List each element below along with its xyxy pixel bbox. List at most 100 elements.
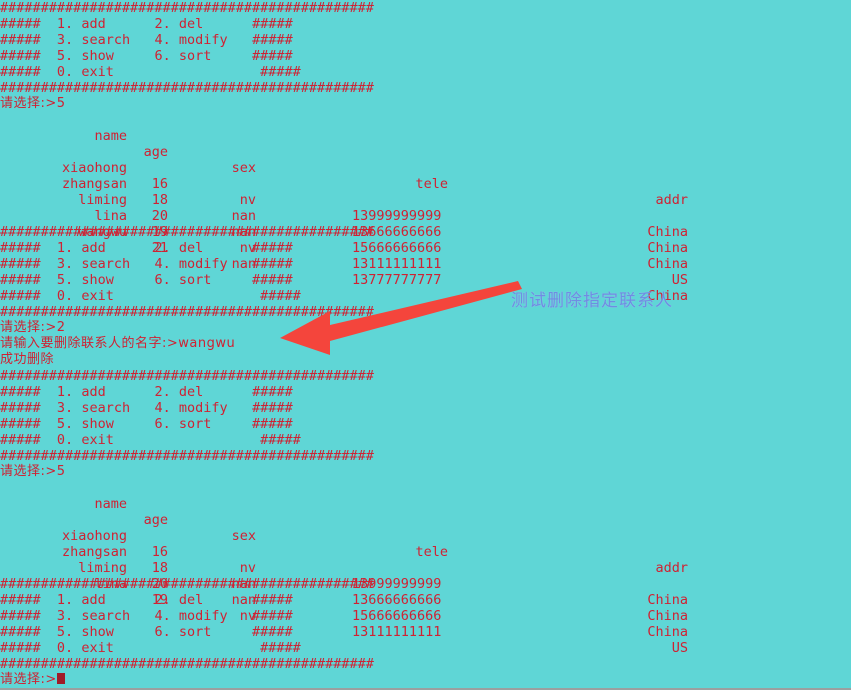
prompt-value[interactable]: 2 bbox=[57, 320, 66, 335]
menu-item-exit[interactable]: exit bbox=[81, 64, 114, 80]
menu-banner-bottom-1: ########################################… bbox=[0, 80, 374, 96]
menu-row-2: ##### 3. search 4. modify ##### bbox=[0, 256, 851, 272]
menu-right-marker: ##### bbox=[260, 640, 301, 656]
prompt-choose-1: 请选择:>5 bbox=[0, 96, 851, 112]
pad bbox=[114, 48, 155, 64]
menu-item-search[interactable]: search bbox=[81, 256, 130, 272]
menu-item-del[interactable]: del bbox=[179, 240, 203, 256]
menu-item-search[interactable]: search bbox=[81, 32, 130, 48]
pad bbox=[211, 624, 252, 640]
menu-row-2: ##### 3. search 4. modify ##### bbox=[0, 32, 851, 48]
menu-item-sort[interactable]: sort bbox=[179, 624, 212, 640]
menu-item-4-number: 4. bbox=[154, 32, 171, 48]
menu-item-del[interactable]: del bbox=[179, 592, 203, 608]
menu-item-search[interactable]: search bbox=[81, 608, 130, 624]
menu-item-add[interactable]: add bbox=[81, 384, 105, 400]
menu-item-2-number: 2. bbox=[154, 592, 171, 608]
menu-item-modify[interactable]: modify bbox=[179, 256, 228, 272]
pad bbox=[130, 32, 154, 48]
pad bbox=[114, 64, 260, 80]
menu-left-marker: ##### bbox=[0, 384, 41, 400]
prompt-choose-final[interactable]: 请选择:> bbox=[0, 672, 851, 688]
menu-item-show[interactable]: show bbox=[81, 624, 114, 640]
pad bbox=[130, 256, 154, 272]
menu-item-sort[interactable]: sort bbox=[179, 416, 212, 432]
menu-right-marker: ##### bbox=[252, 384, 293, 400]
text-cursor bbox=[56, 673, 65, 684]
menu-item-0-number: 0. bbox=[56, 64, 74, 80]
menu-item-add[interactable]: add bbox=[81, 16, 105, 32]
menu-left-marker: ##### bbox=[0, 272, 41, 288]
menu-item-5-number: 5. bbox=[56, 624, 74, 640]
menu-banner-top-1: ########################################… bbox=[0, 0, 374, 16]
pad bbox=[114, 432, 260, 448]
prompt-label: 请选择:> bbox=[0, 464, 57, 479]
menu-item-search[interactable]: search bbox=[81, 400, 130, 416]
menu-right-marker: ##### bbox=[260, 288, 301, 304]
menu-row-2: ##### 3. search 4. modify ##### bbox=[0, 608, 851, 624]
menu-item-2-number: 2. bbox=[154, 384, 171, 400]
menu-item-del[interactable]: del bbox=[179, 16, 203, 32]
menu-left-marker: ##### bbox=[0, 240, 41, 256]
prompt-choose-2: 请选择:>2 bbox=[0, 320, 851, 336]
pad bbox=[106, 384, 155, 400]
menu-item-sort[interactable]: sort bbox=[179, 48, 212, 64]
menu-right-marker: ##### bbox=[260, 64, 301, 80]
menu-row-3: ##### 5. show 6. sort ##### bbox=[0, 624, 851, 640]
table-row: liming 20 nan 15666666666 China bbox=[0, 176, 851, 272]
table-row: zhangsan 18 nan 13666666666 China bbox=[0, 528, 851, 624]
pad bbox=[203, 384, 252, 400]
menu-left-marker: ##### bbox=[0, 16, 41, 32]
menu-banner-bottom-4: ########################################… bbox=[0, 656, 374, 672]
menu-item-2-number: 2. bbox=[154, 240, 171, 256]
menu-left-marker: ##### bbox=[0, 256, 41, 272]
menu-item-show[interactable]: show bbox=[81, 272, 114, 288]
menu-item-5-number: 5. bbox=[56, 48, 74, 64]
menu-item-exit[interactable]: exit bbox=[81, 640, 114, 656]
menu-left-marker: ##### bbox=[0, 432, 41, 448]
menu-right-marker: ##### bbox=[252, 608, 293, 624]
table-row: lina 19 nv 13111111111 US bbox=[0, 192, 851, 288]
menu-item-add[interactable]: add bbox=[81, 240, 105, 256]
menu-item-modify[interactable]: modify bbox=[179, 608, 228, 624]
menu-item-3-number: 3. bbox=[56, 256, 74, 272]
menu-item-4-number: 4. bbox=[154, 400, 171, 416]
menu-item-show[interactable]: show bbox=[81, 416, 114, 432]
pad bbox=[114, 416, 155, 432]
menu-row-4: ##### 0. exit ##### bbox=[0, 288, 851, 304]
prompt-value[interactable]: 5 bbox=[57, 464, 66, 479]
menu-row-4: ##### 0. exit ##### bbox=[0, 432, 851, 448]
menu-left-marker: ##### bbox=[0, 592, 41, 608]
pad bbox=[114, 624, 155, 640]
menu-item-modify[interactable]: modify bbox=[179, 400, 228, 416]
prompt-value[interactable]: 5 bbox=[57, 96, 66, 111]
menu-item-exit[interactable]: exit bbox=[81, 432, 114, 448]
menu-item-sort[interactable]: sort bbox=[179, 272, 212, 288]
prompt-label: 请选择:> bbox=[0, 96, 57, 111]
pad bbox=[228, 400, 252, 416]
menu-item-modify[interactable]: modify bbox=[179, 32, 228, 48]
menu-item-0-number: 0. bbox=[56, 640, 74, 656]
menu-left-marker: ##### bbox=[0, 288, 41, 304]
menu-item-4-number: 4. bbox=[154, 608, 171, 624]
menu-item-del[interactable]: del bbox=[179, 384, 203, 400]
table-row: lina 19 nv 13111111111 US bbox=[0, 560, 851, 656]
menu-item-2-number: 2. bbox=[154, 16, 171, 32]
prompt-delete-name: 请输入要删除联系人的名字:>wangwu bbox=[0, 336, 851, 352]
menu-item-1-number: 1. bbox=[56, 384, 74, 400]
delete-name-input-value[interactable]: wangwu bbox=[178, 336, 235, 351]
terminal-window[interactable]: ########################################… bbox=[0, 0, 851, 690]
pad bbox=[114, 288, 260, 304]
pad bbox=[228, 256, 252, 272]
menu-item-exit[interactable]: exit bbox=[81, 288, 114, 304]
menu-item-add[interactable]: add bbox=[81, 592, 105, 608]
table-row: liming 20 nan 15666666666 China bbox=[0, 544, 851, 640]
pad bbox=[228, 32, 252, 48]
menu-left-marker: ##### bbox=[0, 64, 41, 80]
menu-right-marker: ##### bbox=[252, 592, 293, 608]
menu-item-show[interactable]: show bbox=[81, 48, 114, 64]
menu-item-1-number: 1. bbox=[56, 240, 74, 256]
table-row: zhangsan 18 nan 13666666666 China bbox=[0, 160, 851, 256]
menu-item-4-number: 4. bbox=[154, 256, 171, 272]
menu-item-6-number: 6. bbox=[154, 624, 171, 640]
